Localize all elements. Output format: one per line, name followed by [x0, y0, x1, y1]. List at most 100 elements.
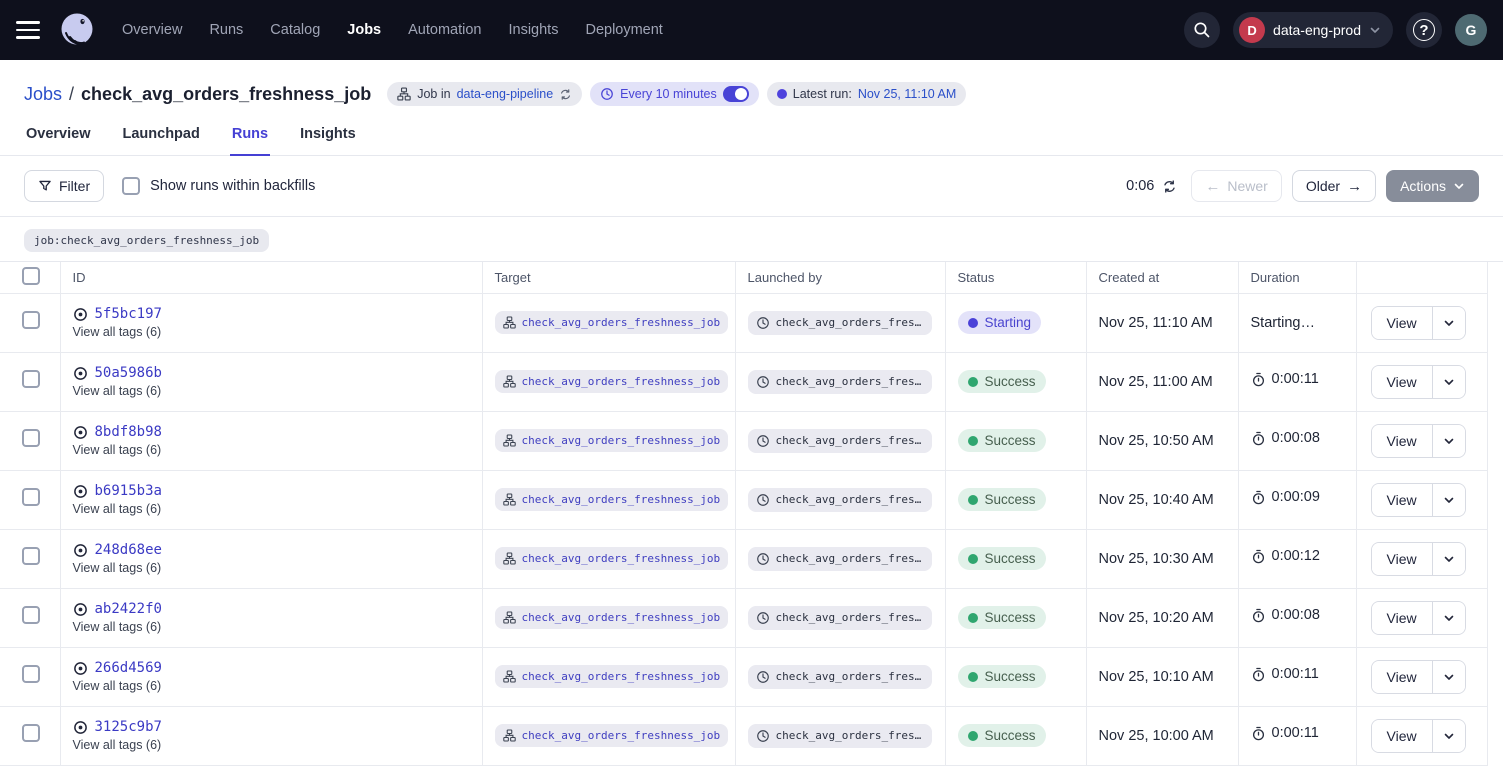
nav-deployment[interactable]: Deployment	[585, 22, 662, 38]
target-pill[interactable]: check_avg_orders_freshness_job	[495, 370, 729, 393]
backfills-checkbox[interactable]	[122, 177, 140, 195]
view-all-tags-link[interactable]: View all tags (6)	[73, 679, 482, 693]
target-pill[interactable]: check_avg_orders_freshness_job	[495, 488, 729, 511]
filter-funnel-icon	[38, 179, 52, 193]
run-id-link[interactable]: ab2422f0	[95, 601, 162, 617]
view-run-button[interactable]: View	[1372, 484, 1432, 516]
launched-by-pill[interactable]: check_avg_orders_freshness_job	[748, 547, 932, 571]
view-run-button[interactable]: View	[1372, 720, 1432, 752]
table-row: ab2422f0 View all tags (6) check_avg_ord…	[0, 588, 1487, 647]
row-checkbox[interactable]	[22, 311, 40, 329]
clock-icon	[756, 611, 770, 625]
view-run-dropdown-button[interactable]	[1432, 543, 1465, 575]
run-id-link[interactable]: b6915b3a	[95, 483, 162, 499]
status-badge: Success	[958, 370, 1046, 393]
row-checkbox[interactable]	[22, 724, 40, 742]
launched-by-pill[interactable]: check_avg_orders_freshness_job	[748, 606, 932, 630]
view-run-dropdown-button[interactable]	[1432, 366, 1465, 398]
row-checkbox[interactable]	[22, 606, 40, 624]
dagster-logo[interactable]	[58, 11, 96, 49]
row-checkbox[interactable]	[22, 665, 40, 683]
view-run-button[interactable]: View	[1372, 425, 1432, 457]
run-id-link[interactable]: 248d68ee	[95, 542, 162, 558]
view-all-tags-link[interactable]: View all tags (6)	[73, 384, 482, 398]
view-run-button[interactable]: View	[1372, 366, 1432, 398]
repo-badge: Job in data-eng-pipeline	[387, 82, 582, 106]
view-run-button[interactable]: View	[1372, 307, 1432, 339]
run-id-link[interactable]: 266d4569	[95, 660, 162, 676]
target-pill[interactable]: check_avg_orders_freshness_job	[495, 665, 729, 688]
breadcrumb-jobs-link[interactable]: Jobs	[24, 84, 62, 105]
row-checkbox[interactable]	[22, 488, 40, 506]
view-run-dropdown-button[interactable]	[1432, 661, 1465, 693]
repo-link[interactable]: data-eng-pipeline	[457, 87, 554, 101]
tab-runs[interactable]: Runs	[230, 122, 270, 156]
nav-catalog[interactable]: Catalog	[270, 22, 320, 38]
view-run-dropdown-button[interactable]	[1432, 602, 1465, 634]
view-all-tags-link[interactable]: View all tags (6)	[73, 561, 482, 575]
clock-icon	[756, 316, 770, 330]
schedule-toggle[interactable]	[723, 86, 749, 102]
column-header-target: Target	[482, 262, 735, 293]
target-pill[interactable]: check_avg_orders_freshness_job	[495, 547, 729, 570]
active-filter-tag[interactable]: job:check_avg_orders_freshness_job	[24, 229, 269, 252]
select-all-checkbox[interactable]	[22, 267, 40, 285]
view-all-tags-link[interactable]: View all tags (6)	[73, 620, 482, 634]
view-run-dropdown-button[interactable]	[1432, 307, 1465, 339]
newer-button[interactable]: ← Newer	[1191, 170, 1281, 202]
launched-by-pill[interactable]: check_avg_orders_freshness_job	[748, 311, 932, 335]
older-button[interactable]: Older →	[1292, 170, 1376, 202]
view-run-button[interactable]: View	[1372, 602, 1432, 634]
row-checkbox[interactable]	[22, 429, 40, 447]
tab-overview[interactable]: Overview	[24, 122, 93, 156]
refresh-icon[interactable]	[1162, 179, 1177, 194]
view-all-tags-link[interactable]: View all tags (6)	[73, 738, 482, 752]
job-icon	[503, 729, 516, 742]
run-id-link[interactable]: 8bdf8b98	[95, 424, 162, 440]
view-run-button[interactable]: View	[1372, 543, 1432, 575]
duration-value: 0:00:08	[1272, 607, 1320, 623]
reload-icon[interactable]	[559, 88, 572, 101]
target-pill[interactable]: check_avg_orders_freshness_job	[495, 724, 729, 747]
tab-insights[interactable]: Insights	[298, 122, 358, 156]
nav-automation[interactable]: Automation	[408, 22, 481, 38]
hamburger-menu-icon[interactable]	[16, 19, 40, 41]
tab-launchpad[interactable]: Launchpad	[121, 122, 202, 156]
nav-jobs[interactable]: Jobs	[347, 22, 381, 38]
view-all-tags-link[interactable]: View all tags (6)	[73, 325, 482, 339]
status-dot-icon	[968, 731, 978, 741]
target-pill[interactable]: check_avg_orders_freshness_job	[495, 606, 729, 629]
help-button[interactable]: ?	[1406, 12, 1442, 48]
view-run-button[interactable]: View	[1372, 661, 1432, 693]
target-pill[interactable]: check_avg_orders_freshness_job	[495, 429, 729, 452]
stopwatch-icon	[1251, 431, 1266, 446]
nav-overview[interactable]: Overview	[122, 22, 182, 38]
launched-by-pill[interactable]: check_avg_orders_freshness_job	[748, 488, 932, 512]
run-id-link[interactable]: 5f5bc197	[95, 306, 162, 322]
duration-value: 0:00:11	[1272, 371, 1319, 387]
nav-runs[interactable]: Runs	[209, 22, 243, 38]
nav-insights[interactable]: Insights	[508, 22, 558, 38]
latest-run-link[interactable]: Nov 25, 11:10 AM	[858, 87, 956, 101]
user-avatar[interactable]: G	[1455, 14, 1487, 46]
actions-button[interactable]: Actions	[1386, 170, 1479, 202]
view-all-tags-link[interactable]: View all tags (6)	[73, 443, 482, 457]
run-id-link[interactable]: 3125c9b7	[95, 719, 162, 735]
row-checkbox[interactable]	[22, 370, 40, 388]
launched-by-pill[interactable]: check_avg_orders_freshness_job	[748, 370, 932, 394]
launched-by-pill[interactable]: check_avg_orders_freshness_job	[748, 665, 932, 689]
search-button[interactable]	[1184, 12, 1220, 48]
run-target-icon	[73, 425, 88, 440]
view-run-dropdown-button[interactable]	[1432, 720, 1465, 752]
target-pill[interactable]: check_avg_orders_freshness_job	[495, 311, 729, 334]
workspace-switcher[interactable]: D data-eng-prod	[1233, 12, 1393, 48]
filter-button[interactable]: Filter	[24, 170, 104, 202]
row-checkbox[interactable]	[22, 547, 40, 565]
launched-by-pill[interactable]: check_avg_orders_freshness_job	[748, 724, 932, 748]
view-run-dropdown-button[interactable]	[1432, 425, 1465, 457]
view-all-tags-link[interactable]: View all tags (6)	[73, 502, 482, 516]
run-target-icon	[73, 307, 88, 322]
launched-by-pill[interactable]: check_avg_orders_freshness_job	[748, 429, 932, 453]
run-id-link[interactable]: 50a5986b	[95, 365, 162, 381]
view-run-dropdown-button[interactable]	[1432, 484, 1465, 516]
